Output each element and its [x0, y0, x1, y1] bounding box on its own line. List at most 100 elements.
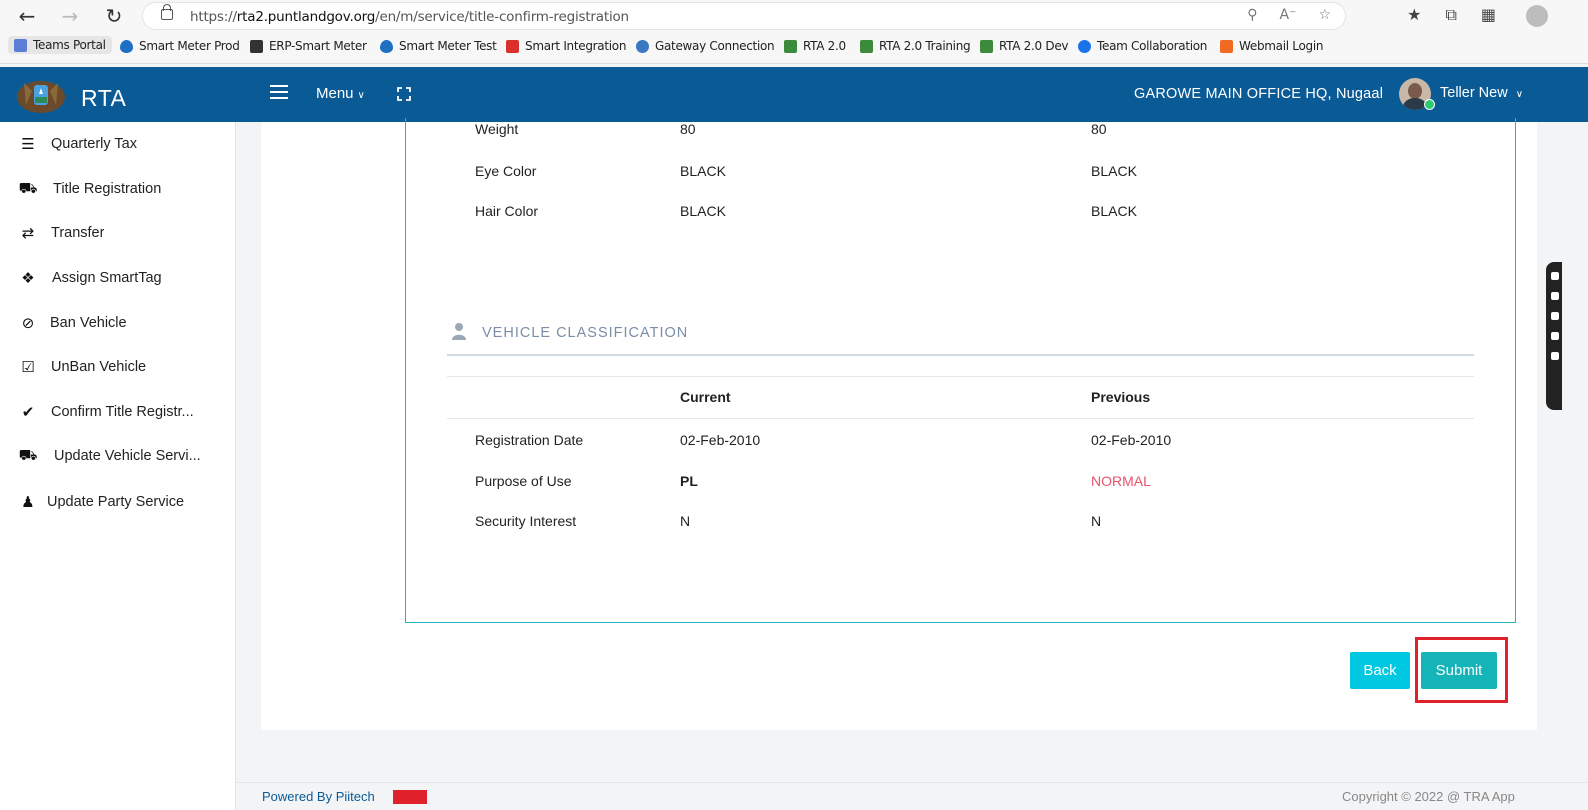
- bookmark-teams-portal[interactable]: Teams Portal: [8, 36, 112, 54]
- bookmark-rta-2[interactable]: RTA 2.0: [784, 39, 846, 53]
- drop-icon: [120, 39, 133, 53]
- chevron-down-icon: ∨: [357, 90, 365, 101]
- sidebar-item-title-registration[interactable]: ⛟ Title Registration: [0, 169, 235, 209]
- bookmark-smart-integration[interactable]: Smart Integration: [506, 39, 626, 53]
- user-icon: [452, 323, 466, 340]
- bookmark-webmail-login[interactable]: Webmail Login: [1220, 39, 1323, 53]
- bookmark-rta-2-dev[interactable]: RTA 2.0 Dev: [980, 39, 1069, 53]
- footer-divider: [235, 782, 1588, 783]
- erp-icon: [250, 39, 263, 53]
- submit-highlight-box: [1415, 637, 1508, 703]
- cpanel-icon: [1220, 39, 1233, 53]
- bookmark-rta-2-training[interactable]: RTA 2.0 Training: [860, 39, 971, 53]
- collections-icon[interactable]: ⧉: [1445, 5, 1456, 27]
- row-current-value: BLACK: [680, 203, 726, 219]
- tags-icon: ❖: [21, 269, 35, 287]
- drop-icon: [380, 39, 393, 53]
- row-label: Weight: [475, 121, 519, 137]
- footer-powered-by[interactable]: Powered By Piitech: [262, 789, 375, 804]
- rta-icon: [784, 39, 797, 53]
- lock-icon: [161, 4, 173, 20]
- car-icon: ⛟: [18, 179, 38, 197]
- back-arrow-icon[interactable]: ←: [14, 4, 40, 28]
- key-icon[interactable]: ⚲: [1247, 7, 1257, 23]
- row-label: Eye Color: [475, 163, 537, 179]
- row-previous-value: BLACK: [1091, 203, 1137, 219]
- row-current-value: BLACK: [680, 163, 726, 179]
- bookmark-smart-meter-prod[interactable]: Smart Meter Prod: [120, 39, 240, 53]
- row-previous-value-changed: NORMAL: [1091, 473, 1151, 489]
- bookmark-erp-smart-meter[interactable]: ERP-Smart Meter: [250, 39, 367, 53]
- sidebar-item-ban-vehicle[interactable]: ⊘ Ban Vehicle: [0, 303, 235, 343]
- side-toolbar[interactable]: [1546, 262, 1562, 410]
- row-current-value: 02-Feb-2010: [680, 432, 761, 448]
- reload-icon[interactable]: ↻: [101, 4, 127, 28]
- rta-icon: [860, 39, 873, 53]
- fullscreen-icon[interactable]: [397, 87, 411, 101]
- chevron-down-icon: ∨: [1515, 89, 1524, 100]
- check-square-icon: ☑: [21, 358, 35, 376]
- column-header-current: Current: [680, 389, 731, 405]
- sidebar: ☰ Quarterly Tax ⛟ Title Registration ⇄ Tran…: [0, 122, 236, 810]
- footer-copyright: Copyright © 2022 @ TRA App: [1342, 789, 1515, 804]
- row-label: Registration Date: [475, 432, 584, 448]
- hamburger-icon[interactable]: [270, 85, 288, 99]
- sidebar-item-transfer[interactable]: ⇄ Transfer: [0, 213, 235, 253]
- office-name: GAROWE MAIN OFFICE HQ, Nugaal: [1134, 86, 1384, 102]
- section-divider: [447, 354, 1474, 356]
- sidebar-item-update-party-service[interactable]: ♟ Update Party Service: [0, 482, 235, 522]
- user-menu[interactable]: Teller New ∨: [1440, 85, 1523, 101]
- browser-toolbar: ← → ↻ https://rta2.puntlandgov.org/en/m/…: [0, 0, 1588, 33]
- brand-name: RTA: [81, 85, 127, 111]
- sidebar-item-unban-vehicle[interactable]: ☑ UnBan Vehicle: [0, 347, 235, 387]
- details-panel: [405, 118, 1516, 623]
- ban-icon: ⊘: [21, 314, 35, 332]
- row-current-value: 80: [680, 121, 696, 137]
- rta-icon: [980, 39, 993, 53]
- bookmarks-bar: Teams Portal Smart Meter Prod ERP-Smart …: [0, 33, 1588, 64]
- url-text: https://rta2.puntlandgov.org/en/m/servic…: [190, 9, 629, 25]
- bookmark-smart-meter-test[interactable]: Smart Meter Test: [380, 39, 497, 53]
- app-header: RTA Menu ∨ GAROWE MAIN OFFICE HQ, Nugaal …: [0, 67, 1588, 122]
- address-bar[interactable]: https://rta2.puntlandgov.org/en/m/servic…: [142, 2, 1346, 30]
- gateway-icon: [636, 39, 649, 53]
- teams-portal-icon: [14, 38, 27, 52]
- row-current-value: N: [680, 513, 691, 529]
- online-status-icon: [1424, 99, 1435, 110]
- extensions-icon[interactable]: ▦: [1481, 5, 1496, 27]
- list-icon: ☰: [21, 135, 35, 153]
- piitech-logo-icon: [393, 790, 427, 804]
- menu-dropdown[interactable]: Menu ∨: [316, 85, 365, 102]
- read-aloud-icon[interactable]: A⁻: [1279, 7, 1296, 23]
- column-header-previous: Previous: [1091, 389, 1151, 405]
- huawei-icon: [506, 39, 519, 53]
- car-icon: ⛟: [18, 446, 38, 464]
- user-icon: ♟: [21, 493, 35, 511]
- sidebar-item-assign-smarttag[interactable]: ❖ Assign SmartTag: [0, 258, 235, 298]
- row-label: Purpose of Use: [475, 473, 572, 489]
- section-title: VEHICLE CLASSIFICATION: [482, 325, 689, 341]
- check-icon: ✔: [21, 403, 35, 421]
- row-previous-value: BLACK: [1091, 163, 1137, 179]
- row-previous-value: 80: [1091, 121, 1107, 137]
- forward-arrow-icon[interactable]: →: [57, 4, 83, 28]
- row-current-value: PL: [680, 473, 698, 489]
- profile-icon[interactable]: [1526, 5, 1548, 27]
- favorites-icon[interactable]: ★: [1407, 5, 1421, 27]
- bookmark-team-collaboration[interactable]: Team Collaboration: [1078, 39, 1207, 53]
- sidebar-item-quarterly-tax[interactable]: ☰ Quarterly Tax: [0, 124, 235, 164]
- rta-logo-icon: [17, 81, 65, 113]
- bookmark-gateway-connection[interactable]: Gateway Connection: [636, 39, 775, 53]
- row-label: Hair Color: [475, 203, 539, 219]
- collaboration-icon: [1078, 39, 1091, 53]
- table-border: [447, 376, 1474, 377]
- sidebar-item-confirm-title-registration[interactable]: ✔ Confirm Title Registr...: [0, 392, 235, 432]
- exchange-icon: ⇄: [21, 224, 35, 242]
- sidebar-item-update-vehicle-service[interactable]: ⛟ Update Vehicle Servi...: [0, 436, 235, 476]
- table-border: [447, 418, 1474, 419]
- row-previous-value: 02-Feb-2010: [1091, 432, 1172, 448]
- row-previous-value: N: [1091, 513, 1102, 529]
- back-button[interactable]: Back: [1350, 652, 1410, 689]
- row-label: Security Interest: [475, 513, 577, 529]
- add-favorite-icon[interactable]: ☆: [1318, 7, 1331, 23]
